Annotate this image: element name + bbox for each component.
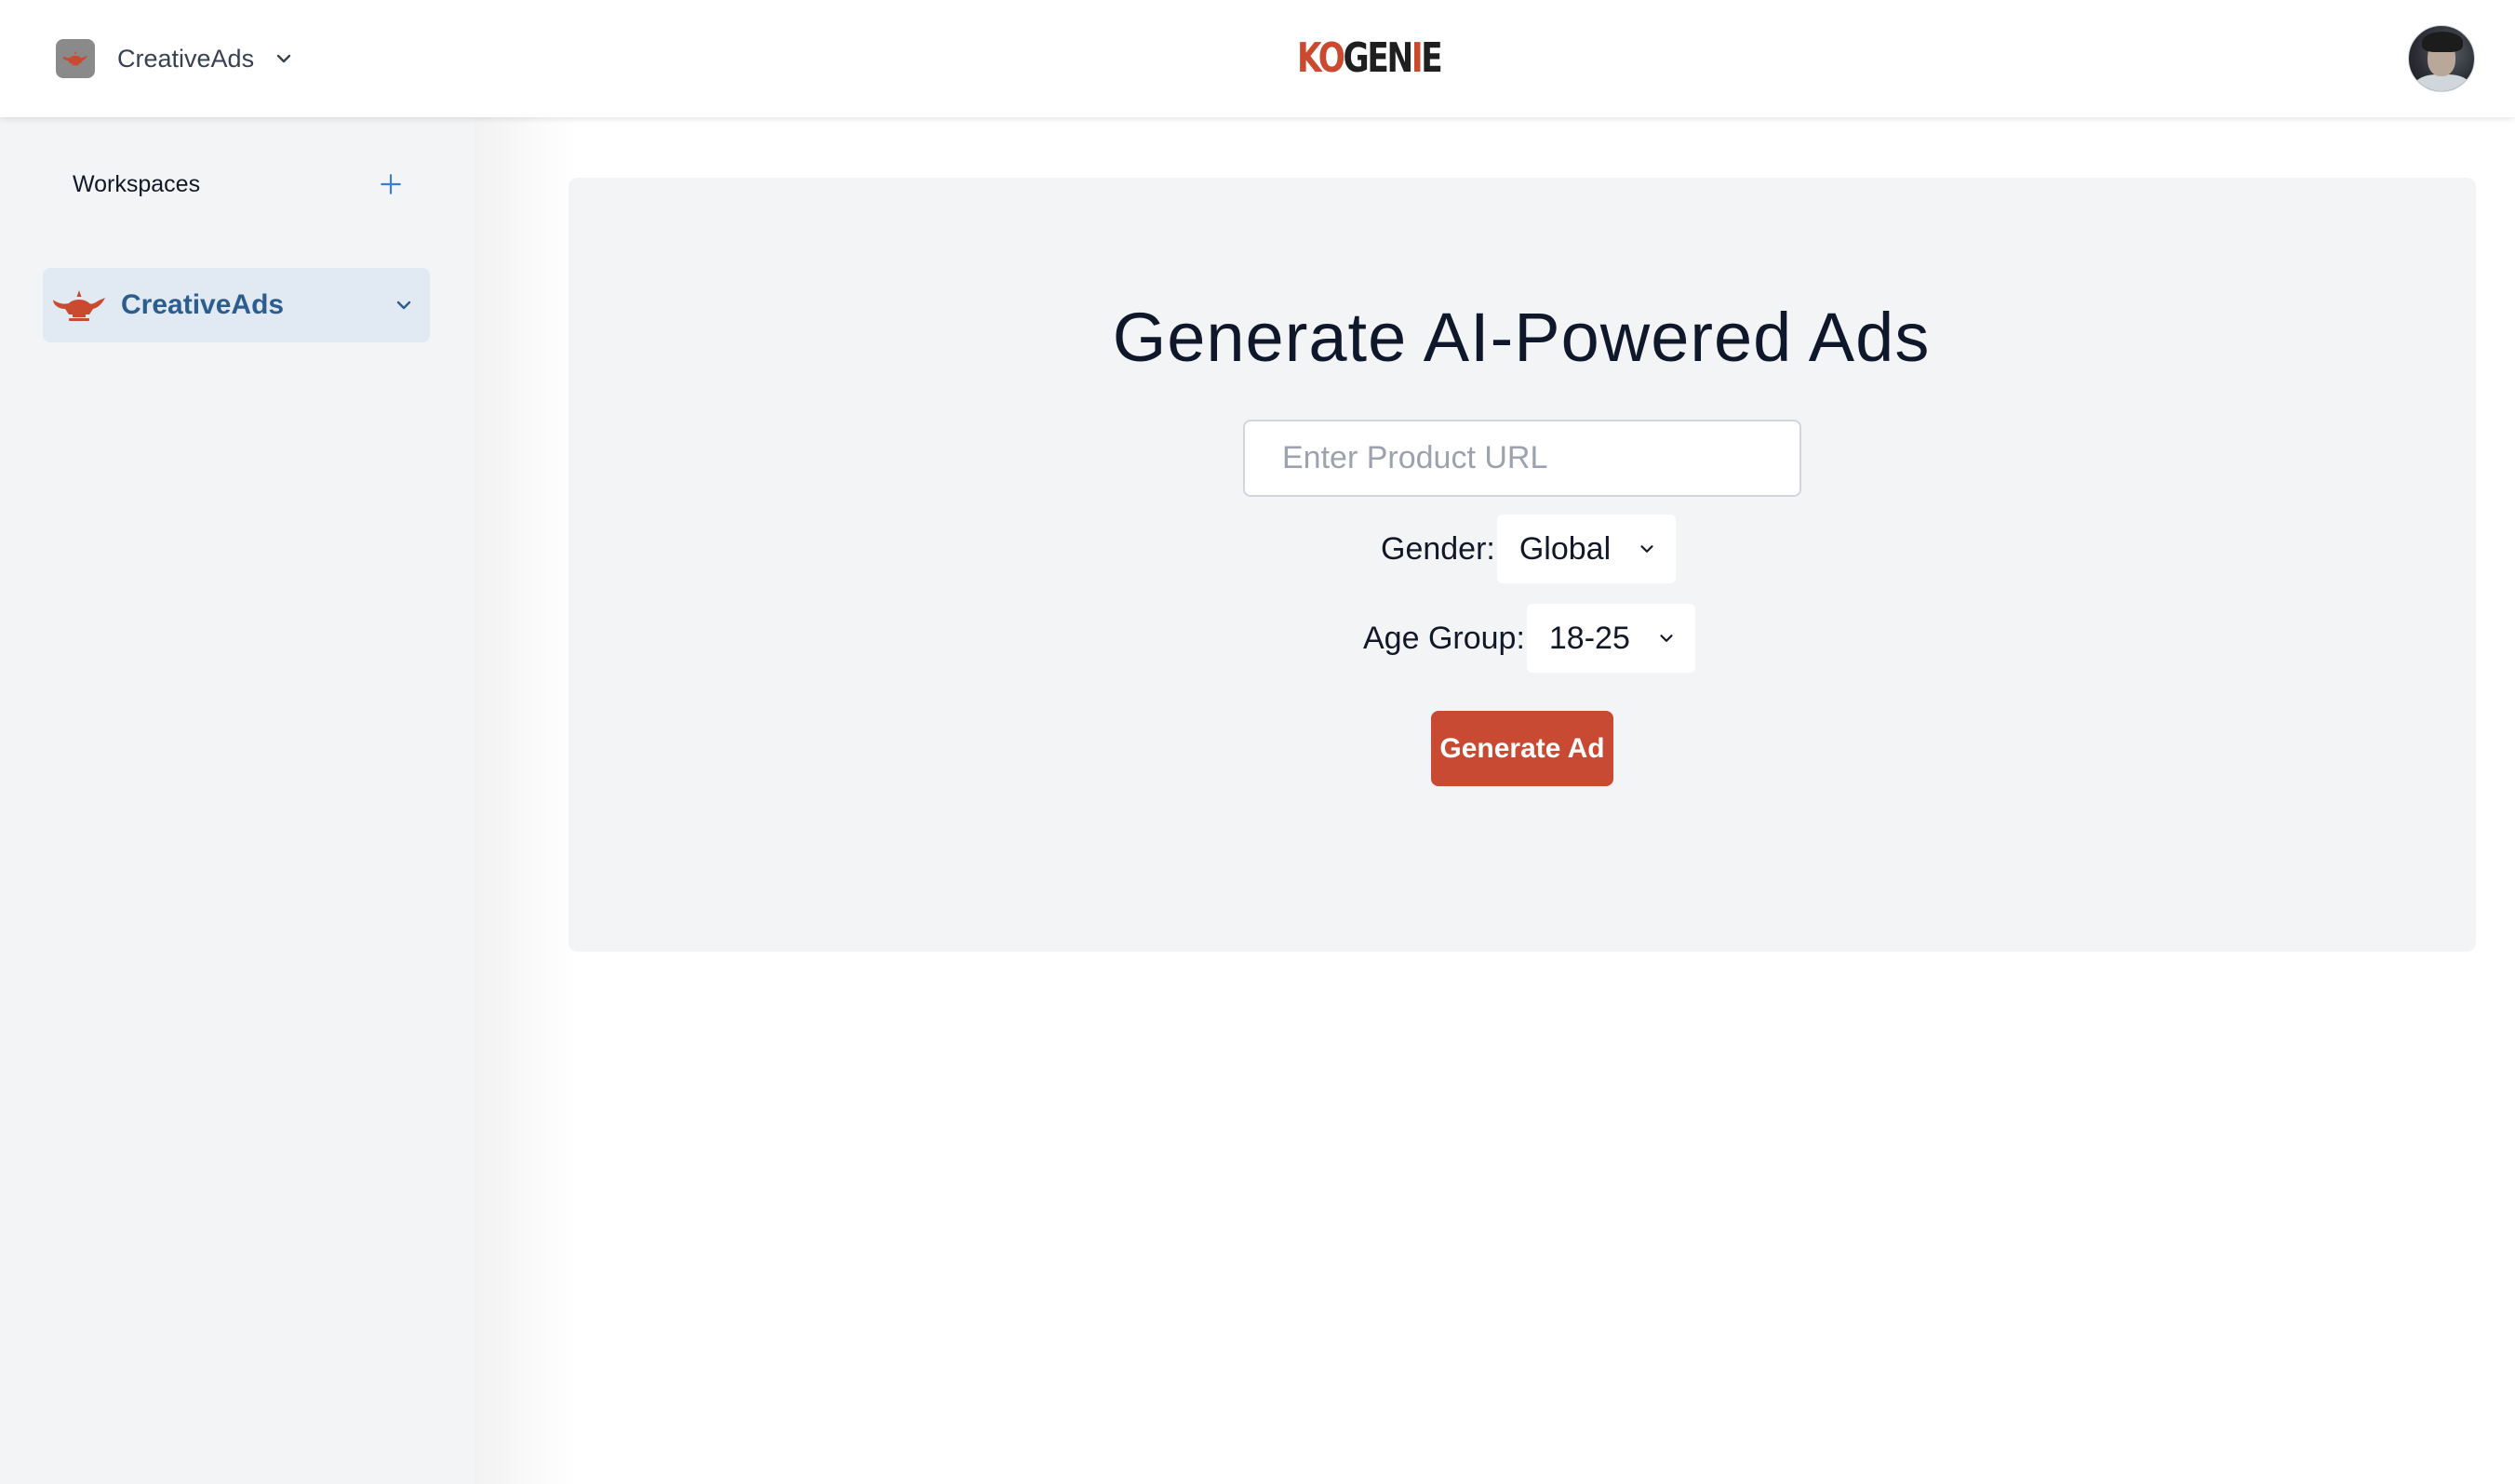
chevron-down-icon	[1660, 635, 1673, 642]
age-group-label: Age Group:	[1363, 620, 1525, 656]
user-avatar[interactable]	[2408, 25, 2475, 92]
plus-icon	[381, 174, 401, 194]
product-url-input[interactable]	[1243, 420, 1801, 497]
page-title: Generate AI-Powered Ads	[1112, 299, 1931, 376]
sidebar: Workspaces CreativeAds	[0, 117, 577, 1484]
chevron-down-icon	[276, 54, 291, 63]
add-workspace-button[interactable]	[374, 167, 408, 201]
sidebar-item-label: CreativeAds	[121, 289, 285, 320]
chevron-down-icon	[1640, 545, 1653, 553]
genie-lamp-icon	[53, 290, 105, 321]
age-group-select[interactable]: 18-25	[1526, 604, 1695, 673]
chevron-down-icon	[396, 301, 411, 310]
gender-field: Gender: Global	[1381, 515, 1677, 583]
workspace-switcher[interactable]: CreativeAds	[56, 37, 295, 80]
workspace-name: CreativeAds	[117, 44, 255, 73]
sidebar-title: Workspaces	[73, 171, 201, 197]
gender-selected-value: Global	[1518, 530, 1612, 567]
gender-label: Gender:	[1381, 530, 1495, 567]
workspace-thumbnail-icon	[56, 39, 95, 78]
age-group-field: Age Group: 18-25	[1363, 604, 1695, 673]
gender-select[interactable]: Global	[1496, 515, 1677, 583]
kogenie-logo: KO GEN I E	[1297, 33, 1443, 82]
sidebar-item-creativeads[interactable]: CreativeAds	[43, 268, 430, 342]
generate-ad-button[interactable]: Generate Ad	[1431, 711, 1613, 786]
age-group-selected-value: 18-25	[1548, 620, 1630, 656]
top-header: CreativeAds KO GEN I E	[0, 0, 2515, 117]
